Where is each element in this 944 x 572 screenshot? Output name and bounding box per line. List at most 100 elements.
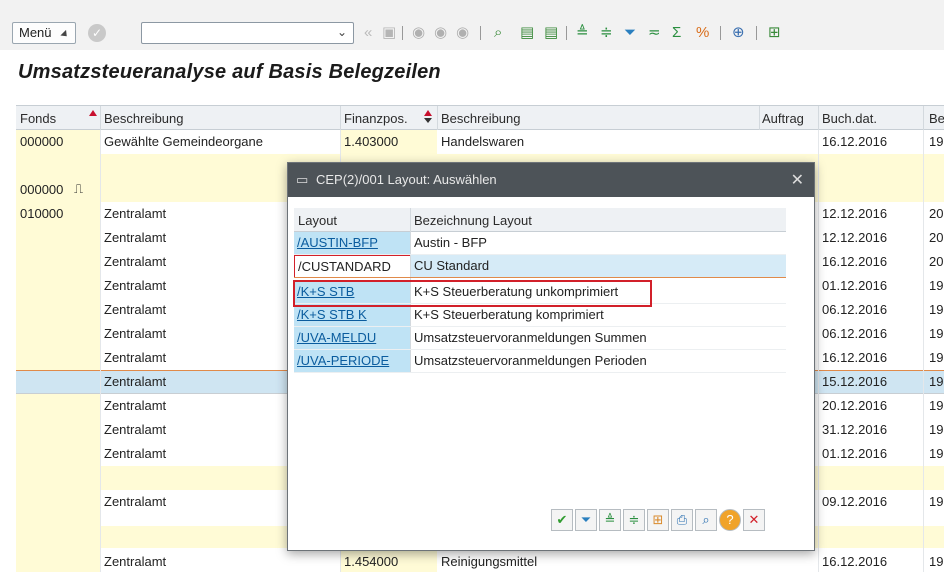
column-divider bbox=[410, 255, 411, 277]
cell-fonds: 000000 bbox=[20, 182, 64, 197]
sort-desc-icon[interactable]: ≑ bbox=[600, 24, 613, 42]
table-row[interactable]: Zentralamt 1.454000 Reinigungsmittel 16.… bbox=[16, 550, 944, 572]
column-divider bbox=[410, 350, 411, 372]
column-divider bbox=[100, 106, 101, 130]
sort-asc-icon[interactable]: ≜ bbox=[599, 509, 621, 531]
layout-key-link[interactable]: /K+S STB K bbox=[294, 304, 410, 326]
column-divider bbox=[437, 106, 438, 130]
layout-key-link[interactable]: /AUSTIN-BFP bbox=[294, 232, 410, 254]
sort-asc-indicator-icon bbox=[89, 110, 97, 116]
find-icon[interactable]: ⌕ bbox=[494, 24, 502, 42]
find-icon[interactable]: ⌕ bbox=[695, 509, 717, 531]
cell-beschreibung: Zentralamt bbox=[104, 446, 167, 461]
exit-icon[interactable]: ◉ bbox=[434, 24, 447, 42]
cell-fonds: 000000 bbox=[20, 134, 64, 149]
layout-grid-icon[interactable]: ⊞ bbox=[647, 509, 669, 531]
sort-asc-icon[interactable]: ≜ bbox=[576, 24, 589, 42]
cell-buchdat: 16.12.2016 bbox=[822, 350, 888, 365]
command-field[interactable]: ⌄ bbox=[141, 22, 354, 44]
col-header-layout[interactable]: Layout bbox=[298, 213, 337, 228]
cell-fonds: 010000 bbox=[20, 206, 64, 221]
cell-beschreibung: Zentralamt bbox=[104, 422, 167, 437]
layout-key-link[interactable]: /CUSTANDARD bbox=[294, 255, 410, 277]
layout-key-link[interactable]: /UVA-MELDU bbox=[294, 327, 410, 349]
table-row[interactable]: 000000 Gewählte Gemeindeorgane 1.403000 … bbox=[16, 130, 944, 154]
col-header-auftrag[interactable]: Auftrag bbox=[762, 111, 804, 126]
layout-row[interactable]: /AUSTIN-BFP Austin - BFP bbox=[294, 232, 786, 255]
layout-key-link[interactable]: /UVA-PERIODE bbox=[294, 350, 410, 372]
layout-row-selected[interactable]: /CUSTANDARD CU Standard bbox=[294, 255, 786, 278]
enter-check-icon[interactable]: ✓ bbox=[88, 24, 106, 42]
col-header-beschreibung[interactable]: Beschreibung bbox=[104, 111, 184, 126]
print-icon[interactable]: ⎙ bbox=[671, 509, 693, 531]
cell-beschreibung-2: Handelswaren bbox=[441, 134, 525, 149]
column-divider bbox=[410, 208, 411, 232]
menu-button[interactable]: Menü bbox=[12, 22, 76, 44]
set-filter-icon[interactable]: ≂ bbox=[648, 24, 661, 42]
save-icon[interactable]: ▣ bbox=[382, 24, 396, 42]
col-header-buchdat[interactable]: Buch.dat. bbox=[822, 111, 877, 126]
cell-finanzpos: 1.403000 bbox=[344, 134, 399, 149]
layout-description: Umsatzsteuervoranmeldungen Perioden bbox=[414, 353, 647, 368]
layout-row[interactable]: /UVA-PERIODE Umsatzsteuervoranmeldungen … bbox=[294, 350, 786, 373]
toolbar-separator bbox=[566, 26, 567, 40]
close-icon[interactable]: ✕ bbox=[791, 170, 804, 190]
layout-select-dialog: ▭ CEP(2)/001 Layout: Auswählen ✕ Layout … bbox=[287, 162, 815, 551]
layout-icon[interactable]: ⊕ bbox=[732, 24, 745, 42]
cancel-icon[interactable]: ✕ bbox=[743, 509, 765, 531]
sort-desc-icon[interactable]: ≑ bbox=[623, 509, 645, 531]
cell-beschreibung: Zentralamt bbox=[104, 206, 167, 221]
col-header-bezeichnung[interactable]: Bezeichnung Layout bbox=[414, 213, 532, 228]
dialog-window-icon: ▭ bbox=[296, 172, 309, 187]
column-divider bbox=[410, 327, 411, 349]
col-header-fonds[interactable]: Fonds bbox=[20, 111, 56, 126]
cell-buchdat: 06.12.2016 bbox=[822, 302, 888, 317]
cell-be: 19 bbox=[929, 494, 944, 509]
toolbar-separator bbox=[480, 26, 481, 40]
col-header-beschreibung-2[interactable]: Beschreibung bbox=[441, 111, 521, 126]
find-next-icon[interactable]: ▤ bbox=[520, 24, 534, 42]
layout-row[interactable]: /UVA-MELDU Umsatzsteuervoranmeldungen Su… bbox=[294, 327, 786, 350]
ok-icon[interactable]: ✔ bbox=[551, 509, 573, 531]
col-header-finanzpos[interactable]: Finanzpos. bbox=[344, 111, 408, 126]
cell-be: 19 bbox=[929, 398, 944, 413]
cell-be: 19 bbox=[929, 350, 944, 365]
history-back-icon[interactable]: « bbox=[364, 24, 372, 42]
subtotal-icon: ⎍ bbox=[74, 181, 84, 196]
cell-buchdat: 12.12.2016 bbox=[822, 206, 888, 221]
layout-description: CU Standard bbox=[414, 258, 490, 273]
chevron-down-icon bbox=[60, 29, 70, 40]
column-divider bbox=[100, 130, 101, 572]
col-header-be[interactable]: Be bbox=[929, 111, 944, 126]
cell-beschreibung: Zentralamt bbox=[104, 302, 167, 317]
cancel-icon[interactable]: ◉ bbox=[456, 24, 469, 42]
chevron-down-icon[interactable]: ⌄ bbox=[337, 25, 347, 39]
print-icon[interactable]: ⊞ bbox=[768, 24, 781, 42]
layout-description: Austin - BFP bbox=[414, 235, 487, 250]
cell-buchdat: 06.12.2016 bbox=[822, 326, 888, 341]
cell-buchdat: 31.12.2016 bbox=[822, 422, 888, 437]
column-divider bbox=[410, 304, 411, 326]
export-icon[interactable]: % bbox=[696, 24, 709, 42]
cell-buchdat: 01.12.2016 bbox=[822, 278, 888, 293]
column-divider bbox=[818, 130, 819, 572]
help-icon[interactable]: ? bbox=[719, 509, 741, 531]
cell-buchdat: 15.12.2016 bbox=[822, 374, 888, 389]
cell-beschreibung: Zentralamt bbox=[104, 554, 167, 569]
back-icon[interactable]: ◉ bbox=[412, 24, 425, 42]
dialog-title-bar[interactable]: ▭ CEP(2)/001 Layout: Auswählen ✕ bbox=[288, 163, 814, 197]
cell-be: 19 bbox=[929, 326, 944, 341]
filter-icon[interactable]: ⏷ bbox=[575, 509, 597, 531]
filter-icon[interactable]: ⏷ bbox=[624, 24, 636, 42]
cell-be: 19 bbox=[929, 134, 944, 149]
cell-buchdat: 12.12.2016 bbox=[822, 230, 888, 245]
sum-icon[interactable]: Σ bbox=[672, 24, 681, 42]
cell-be: 19 bbox=[929, 302, 944, 317]
layout-description: K+S Steuerberatung komprimiert bbox=[414, 307, 604, 322]
cell-be: 20 bbox=[929, 230, 944, 245]
cell-be: 20 bbox=[929, 206, 944, 221]
export-page-icon[interactable]: ▤ bbox=[544, 24, 558, 42]
layout-row[interactable]: /K+S STB K K+S Steuerberatung komprimier… bbox=[294, 304, 786, 327]
column-divider bbox=[818, 106, 819, 130]
cell-be: 19 bbox=[929, 374, 944, 389]
